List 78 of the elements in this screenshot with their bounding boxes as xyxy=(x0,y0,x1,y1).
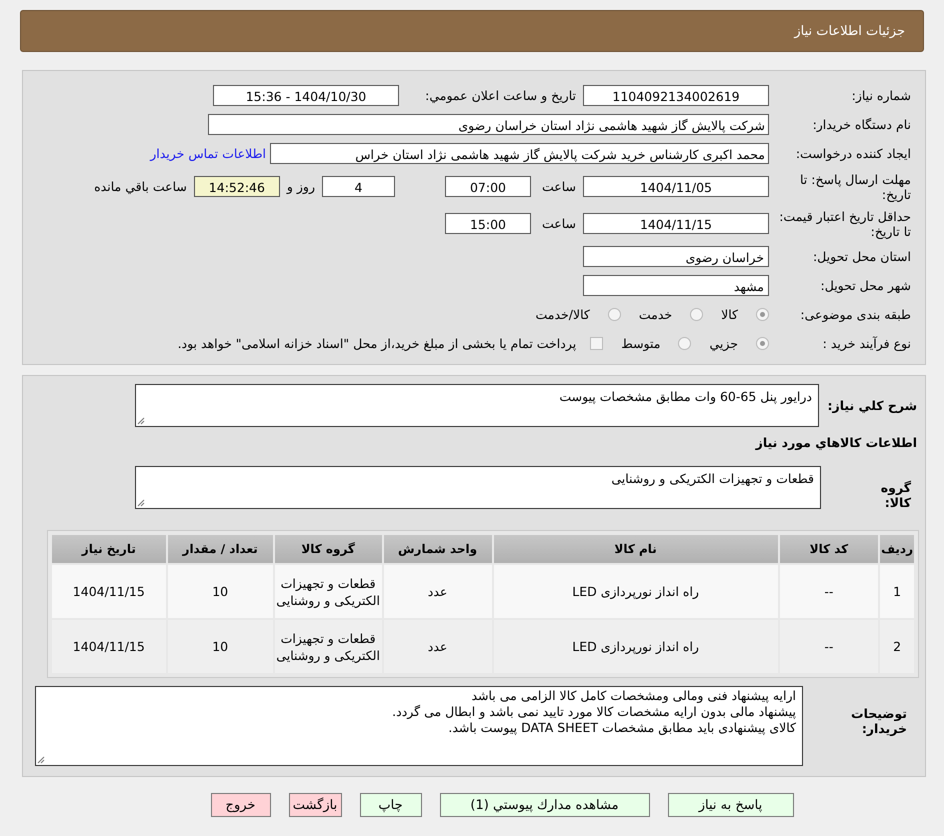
table-cell: 1404/11/15 xyxy=(52,620,166,673)
column-header: تعداد / مقدار xyxy=(168,535,273,563)
table-cell: 1 xyxy=(880,565,914,618)
deadline-time-field: 07:00 xyxy=(445,176,531,197)
table-cell: قطعات و تجهیزات الکتریکی و روشنایی xyxy=(274,565,382,618)
note-line: کالای پیشنهادی باید مطابق مشخصات DATA SHEET پیوست باشد. xyxy=(448,720,796,736)
action-button[interactable]: چاپ xyxy=(360,793,422,817)
action-button[interactable]: خروج xyxy=(210,793,270,817)
field-label: ساعت xyxy=(540,179,577,194)
action-button[interactable]: پاسخ به نیاز xyxy=(668,793,794,817)
radio-label: جزيي xyxy=(709,336,738,351)
table-cell: 2 xyxy=(880,620,914,673)
table-cell: راه انداز نورپردازی LED xyxy=(494,620,778,673)
radio-button[interactable] xyxy=(756,308,769,321)
radio-label: خدمت xyxy=(638,307,672,322)
column-header: ردیف xyxy=(880,535,914,563)
field-label: تاریخ و ساعت اعلان عمومي: xyxy=(424,88,577,103)
field-label: شماره نیاز: xyxy=(850,88,912,103)
resize-grip-icon xyxy=(137,417,145,425)
radio-button[interactable] xyxy=(756,337,769,350)
validity-time-field: 15:00 xyxy=(445,213,531,234)
table-cell: راه انداز نورپردازی LED xyxy=(494,565,778,618)
note-line: پیشنهاد مالی بدون ارایه مشخصات کالا مورد تایید نمی باشد و ابطال می گردد. xyxy=(392,704,796,720)
buyer-org-field: شرکت پالایش گاز شهید هاشمی نژاد استان خراسان رضوی xyxy=(208,114,769,135)
field-label: طبقه بندی موضوعی: xyxy=(799,307,912,322)
city-field: مشهد xyxy=(583,275,769,296)
field-label: نام دستگاه خریدار: xyxy=(812,117,912,132)
table-cell: -- xyxy=(780,620,878,673)
radio-label: کالا/خدمت xyxy=(535,307,590,322)
field-label: گروه کالا: xyxy=(880,479,912,510)
remaining-time-field: 14:52:46 xyxy=(194,176,280,197)
field-label: توضیحات خریدار: xyxy=(850,705,908,736)
action-button[interactable]: بازگشت xyxy=(288,793,342,817)
table-cell: -- xyxy=(780,565,878,618)
announce-date-field: 1404/10/30 - 15:36 xyxy=(213,85,399,106)
need-number-field: 1104092134002619 xyxy=(583,85,769,106)
radio-button[interactable] xyxy=(690,308,704,321)
note-line: ارایه پیشنهاد فنی ومالی ومشخصات کامل کالا الزامی می باشد xyxy=(471,688,796,704)
radio-button[interactable] xyxy=(608,308,621,321)
field-label: روز و xyxy=(285,179,316,194)
column-header: کد کالا xyxy=(780,535,878,563)
description-text: درایور پنل 65-60 وات مطابق مشخصات پیوست xyxy=(559,389,812,404)
field-label: ایجاد کننده درخواست: xyxy=(794,146,912,161)
field-label: ساعت xyxy=(540,216,577,231)
table-cell: قطعات و تجهیزات الکتریکی و روشنایی xyxy=(274,620,382,673)
buyer-contact-link[interactable]: اطلاعات تماس خریدار xyxy=(150,146,270,161)
payment-note: پرداخت تمام یا بخشی از مبلغ خرید،از محل "اسناد خزانه اسلامی" خواهد بود. xyxy=(178,336,576,351)
resize-grip-icon xyxy=(37,756,45,764)
column-header: تاریخ نیاز xyxy=(52,535,166,563)
deadline-date-field: 1404/11/05 xyxy=(583,176,769,197)
field-label: ساعت باقي مانده xyxy=(93,179,188,194)
radio-label: کالا xyxy=(721,307,738,322)
column-header: واحد شمارش xyxy=(384,535,492,563)
field-label: حداقل تاریخ اعتبار قیمت: تا تاریخ: xyxy=(778,208,912,238)
table-cell: عدد xyxy=(384,565,492,618)
table-cell: 1404/11/15 xyxy=(52,565,166,618)
action-button[interactable]: مشاهده مدارك پيوستي (1) xyxy=(440,793,650,817)
resize-grip-icon xyxy=(137,499,145,507)
validity-date-field: 1404/11/15 xyxy=(583,213,769,234)
column-header: نام کالا xyxy=(494,535,778,563)
table-cell: 10 xyxy=(168,620,273,673)
days-field: 4 xyxy=(322,176,395,197)
table-cell: 10 xyxy=(168,565,273,618)
checkbox[interactable] xyxy=(590,337,604,350)
goods-group-text: قطعات و تجهیزات الکتریکی و روشنایی xyxy=(611,471,814,486)
radio-label: متوسط xyxy=(621,336,660,351)
field-label: شهر محل تحویل: xyxy=(820,278,912,293)
province-field: خراسان رضوی xyxy=(583,246,769,267)
creator-field: محمد اکبری کارشناس خرید شرکت پالایش گاز شهید هاشمی نژاد استان خراس xyxy=(270,143,769,164)
field-label: مهلت ارسال پاسخ: تا تاریخ: xyxy=(799,172,912,202)
column-header: گروه کالا xyxy=(274,535,382,563)
table-cell: عدد xyxy=(384,620,492,673)
radio-button[interactable] xyxy=(678,337,692,350)
field-label: استان محل تحویل: xyxy=(812,249,912,264)
field-label: شرح کلي نیاز: xyxy=(826,397,918,413)
section-heading: اطلاعات کالاهاي مورد نیاز xyxy=(754,435,918,450)
field-label: نوع فرآیند خرید : xyxy=(822,336,912,351)
page-title: جزئیات اطلاعات نیاز xyxy=(794,24,905,38)
